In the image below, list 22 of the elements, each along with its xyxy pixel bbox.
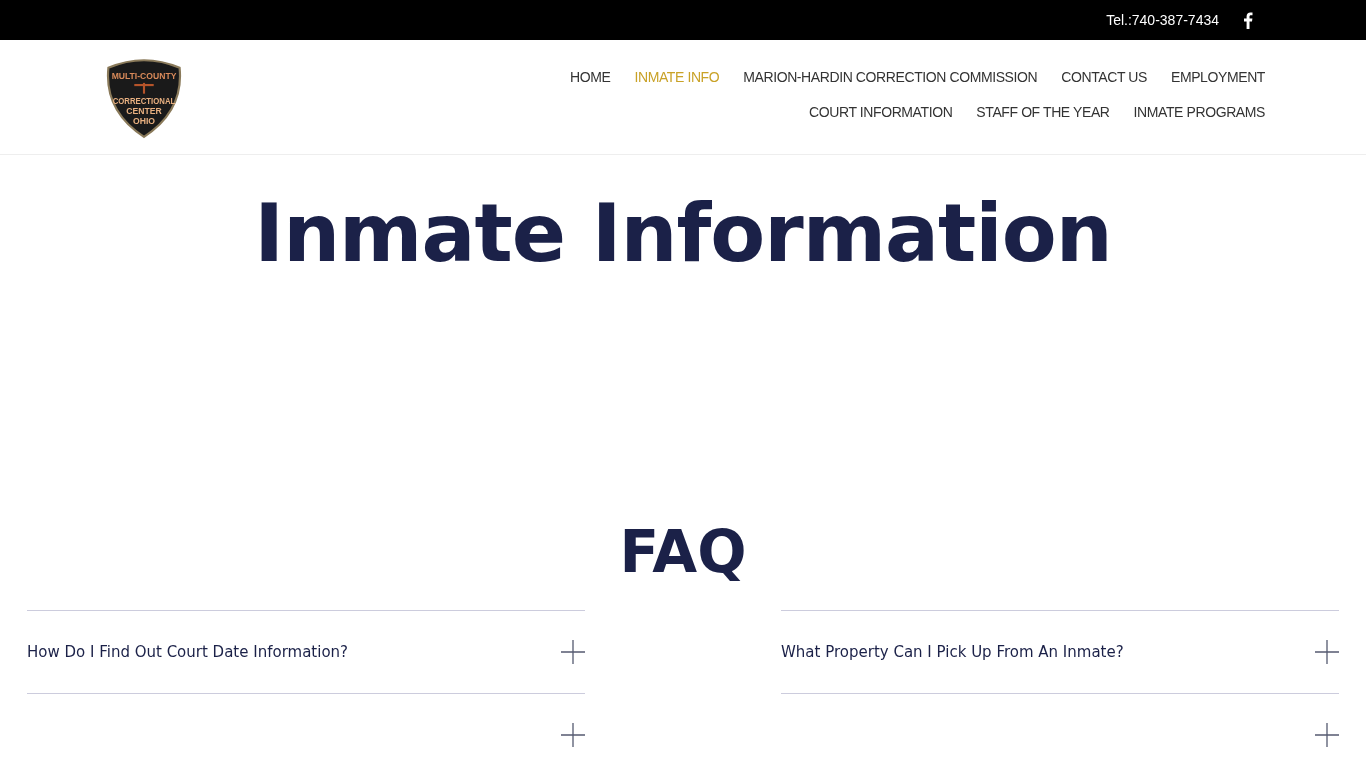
faq-question[interactable]: How Do I Find Out Court Date Information? [27,643,349,661]
nav-link[interactable]: CONTACT US [1061,69,1147,85]
plus-icon[interactable] [561,640,585,664]
logo-text: CENTER [126,106,162,117]
faq-question[interactable]: What Property Can I Pick Up From An Inmate? [781,643,1124,661]
nav-link[interactable]: HOME [570,69,611,85]
nav-link[interactable]: STAFF OF THE YEAR [976,104,1110,120]
logo-text: OHIO [133,115,155,126]
phone-number: Tel.:740-387-7434 [1106,12,1219,28]
faq-heading: FAQ [618,517,748,587]
shield-logo[interactable]: MULTI-COUNTY CORRECTIONAL CENTER OHIO [104,57,184,139]
plus-icon[interactable] [1315,723,1339,747]
facebook-icon[interactable] [1243,11,1253,29]
nav-link[interactable]: INMATE PROGRAMS [1133,104,1265,120]
nav-link[interactable]: MARION-HARDIN CORRECTION COMMISSION [743,69,1038,85]
plus-icon[interactable] [1315,640,1339,664]
logo-text: CORRECTIONAL [112,96,183,107]
page-title: Inmate Information [253,189,1113,279]
nav-link[interactable]: EMPLOYMENT [1171,69,1265,85]
logo-text: MULTI-COUNTY [111,69,184,81]
nav-link[interactable]: COURT INFORMATION [809,104,953,120]
plus-icon[interactable] [561,723,585,747]
